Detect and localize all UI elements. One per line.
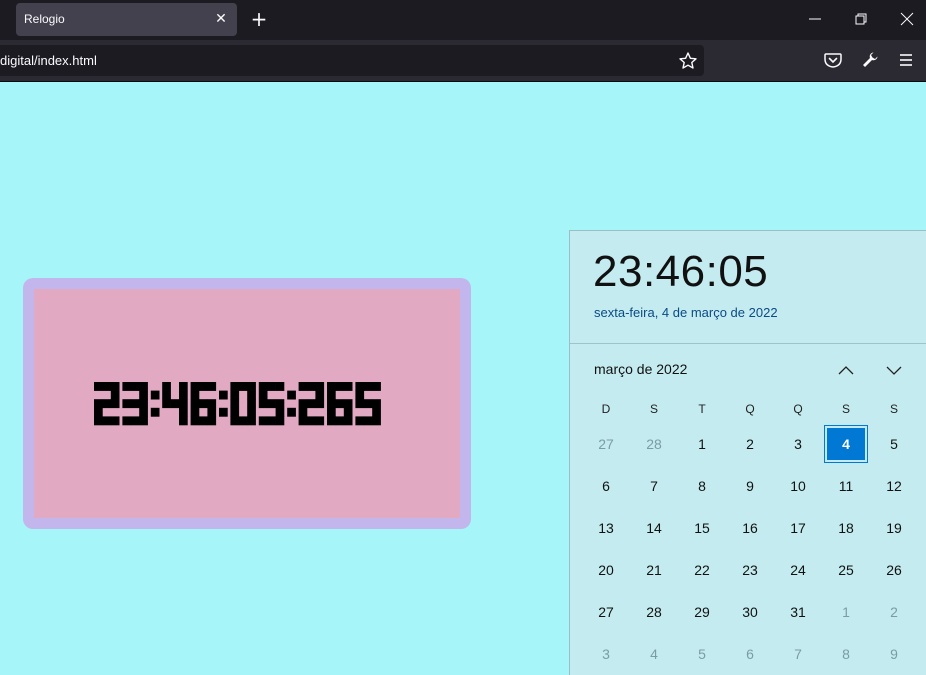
calendar-day[interactable]: 2 — [726, 423, 774, 465]
calendar-day[interactable]: 14 — [630, 507, 678, 549]
calendar-day[interactable]: 28 — [630, 591, 678, 633]
calendar-day[interactable]: 27 — [582, 423, 630, 465]
clock-colon — [150, 390, 160, 417]
calendar-day[interactable]: 3 — [774, 423, 822, 465]
hamburger-menu-icon[interactable] — [896, 50, 916, 70]
clock-digit — [122, 382, 148, 426]
calendar-day[interactable]: 17 — [774, 507, 822, 549]
calendar-day[interactable]: 28 — [630, 423, 678, 465]
calendar-day[interactable]: 6 — [582, 465, 630, 507]
calendar-day[interactable]: 27 — [582, 591, 630, 633]
calendar-day[interactable]: 13 — [582, 507, 630, 549]
navigation-bar: digital/index.html — [0, 40, 926, 82]
weekday-label: Q — [793, 402, 803, 416]
clock-colon — [219, 390, 228, 417]
calendar-week-row: 6 7 8 9 10 11 12 — [582, 465, 918, 507]
clock-digit — [355, 382, 381, 426]
calendar-day[interactable]: 21 — [630, 549, 678, 591]
calendar-day[interactable]: 25 — [822, 549, 870, 591]
calendar-day[interactable]: 8 — [678, 465, 726, 507]
calendar-week-row: 27 28 1 2 3 4 5 — [582, 423, 918, 465]
calendar-week-row: 13 14 15 16 17 18 19 — [582, 507, 918, 549]
weekday-header: DSTQQSS — [582, 395, 918, 423]
close-icon[interactable] — [895, 8, 919, 30]
calendar-day[interactable]: 30 — [726, 591, 774, 633]
calendar-day[interactable]: 9 — [726, 465, 774, 507]
clock-time-text: 23:46:05:265 — [34, 289, 35, 290]
url-text[interactable]: digital/index.html — [0, 45, 97, 76]
clock-frame: 23:46:05:265 — [23, 278, 471, 529]
url-bar[interactable]: digital/index.html — [0, 45, 704, 76]
calendar-day-today[interactable]: 4 — [822, 423, 870, 465]
clock-digit — [190, 382, 217, 426]
calendar-grid: DSTQQSS 27 28 1 2 3 4 5 6 7 8 9 10 11 12 13 14 15 16 17 18 1… — [582, 395, 918, 675]
pocket-icon[interactable] — [823, 50, 843, 70]
chevron-up-icon[interactable] — [835, 359, 857, 381]
calendar-week-row: 27 28 29 30 31 1 2 — [582, 591, 918, 633]
calendar-week-row: 3456789 — [582, 633, 918, 675]
calendar-day[interactable]: 26 — [870, 549, 918, 591]
tab-bar: Relogio ✕ + — [0, 0, 926, 40]
browser-tab[interactable]: Relogio ✕ — [16, 3, 237, 36]
clock-digit — [298, 382, 325, 426]
chevron-down-icon[interactable] — [883, 359, 905, 381]
clock-face: 23:46:05:265 — [34, 289, 460, 518]
calendar-day[interactable]: 18 — [822, 507, 870, 549]
calendar-day[interactable]: 24 — [774, 549, 822, 591]
calendar-day[interactable]: 11 — [822, 465, 870, 507]
calendar-day[interactable]: 20 — [582, 549, 630, 591]
flyout-date-link[interactable]: sexta-feira, 4 de março de 2022 — [594, 305, 778, 320]
calendar-day[interactable]: 10 — [774, 465, 822, 507]
calendar-day[interactable]: 7 — [630, 465, 678, 507]
calendar-day[interactable]: 7 — [774, 633, 822, 675]
calendar-day[interactable]: 9 — [870, 633, 918, 675]
calendar-week-row: 20 21 22 23 24 25 26 — [582, 549, 918, 591]
tab-close-icon[interactable]: ✕ — [213, 11, 229, 27]
calendar-day[interactable]: 12 — [870, 465, 918, 507]
star-icon[interactable] — [678, 51, 698, 71]
calendar-day[interactable]: 3 — [582, 633, 630, 675]
clock-digit — [162, 382, 188, 426]
calendar-day[interactable]: 2 — [870, 591, 918, 633]
calendar-body: 27 28 1 2 3 4 5 6 7 8 9 10 11 12 13 14 15 16 17 18 19 20 21 22 2… — [582, 423, 918, 675]
new-tab-button[interactable]: + — [248, 8, 270, 30]
calendar-day[interactable]: 1 — [678, 423, 726, 465]
divider — [570, 343, 926, 344]
calendar-day[interactable]: 5 — [678, 633, 726, 675]
clock-digit — [230, 382, 256, 426]
calendar-day[interactable]: 29 — [678, 591, 726, 633]
wrench-icon[interactable] — [860, 50, 880, 70]
weekday-label: S — [841, 402, 850, 416]
clock-digit — [258, 382, 285, 426]
clock-digit — [94, 382, 120, 426]
weekday-label: Q — [745, 402, 755, 416]
clock-digit — [327, 382, 353, 426]
restore-icon[interactable] — [849, 8, 873, 30]
month-header[interactable]: março de 2022 — [594, 361, 687, 377]
tab-title: Relogio — [24, 12, 65, 26]
clock-colon — [287, 390, 296, 417]
calendar-day[interactable]: 1 — [822, 591, 870, 633]
calendar-day[interactable]: 15 — [678, 507, 726, 549]
calendar-day[interactable]: 4 — [630, 633, 678, 675]
calendar-day[interactable]: 19 — [870, 507, 918, 549]
weekday-label: D — [601, 402, 611, 416]
flyout-time: 23:46:05 — [593, 247, 769, 296]
calendar-day[interactable]: 16 — [726, 507, 774, 549]
calendar-day[interactable]: 22 — [678, 549, 726, 591]
calendar-day[interactable]: 31 — [774, 591, 822, 633]
calendar-day[interactable]: 6 — [726, 633, 774, 675]
minimize-icon[interactable] — [803, 8, 827, 30]
clock-digits — [94, 382, 381, 426]
calendar-flyout: 23:46:05 sexta-feira, 4 de março de 2022… — [569, 230, 926, 675]
calendar-day[interactable]: 23 — [726, 549, 774, 591]
weekday-label: S — [649, 402, 658, 416]
calendar-day[interactable]: 8 — [822, 633, 870, 675]
calendar-day[interactable]: 5 — [870, 423, 918, 465]
weekday-label: S — [889, 402, 898, 416]
weekday-label: T — [698, 402, 706, 416]
